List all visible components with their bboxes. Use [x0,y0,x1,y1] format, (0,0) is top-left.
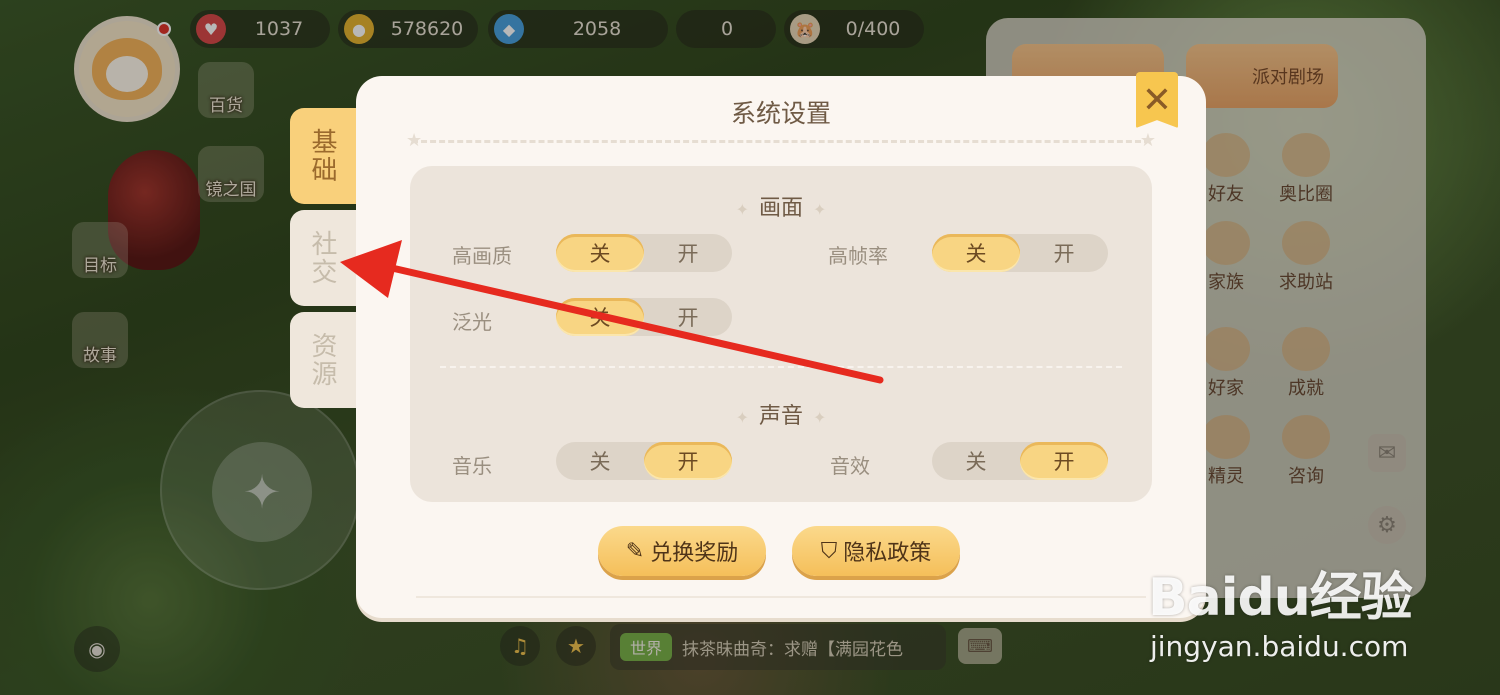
title-divider: ★ ★ [406,130,1156,151]
star-icon: ★ [1139,130,1156,151]
high-framerate-toggle[interactable]: 关 开 [932,234,1108,272]
privacy-policy-label: 隐私政策 [843,541,932,566]
high-quality-on[interactable]: 开 [644,234,732,272]
music-label: 音乐 [452,454,492,478]
tab-resources[interactable]: 资源 [290,312,366,408]
redeem-reward-button[interactable]: ✎ 兑换奖励 [598,526,766,576]
music-off[interactable]: 关 [556,442,644,480]
tab-resources-label: 资源 [307,332,337,388]
privacy-policy-button[interactable]: ⛉ 隐私政策 [792,526,960,576]
tab-basic[interactable]: 基础 [290,108,366,204]
settings-panel: ✦ 画面 ✦ 高画质 关 开 高帧率 关 开 泛光 关 开 ✦ 声音 ✦ 音乐 关 开 … [410,166,1152,502]
sound-section-title: ✦ 声音 ✦ [410,398,1152,430]
high-framerate-off[interactable]: 关 [932,234,1020,272]
bloom-label: 泛光 [452,310,492,334]
dialog-bottom-line [416,596,1146,598]
sparkle-icon: ✦ [735,408,749,427]
watermark-url: jingyan.baidu.com [1150,630,1409,663]
high-quality-label: 高画质 [452,244,512,268]
high-framerate-on[interactable]: 开 [1020,234,1108,272]
sfx-off[interactable]: 关 [932,442,1020,480]
music-toggle[interactable]: 关 开 [556,442,732,480]
bloom-on[interactable]: 开 [644,298,732,336]
tab-social[interactable]: 社交 [290,210,366,306]
graphics-section-title: ✦ 画面 ✦ [410,190,1152,222]
tab-social-label: 社交 [307,230,337,286]
settings-dialog: 系统设置 ★ ★ ✕ ✦ 画面 ✦ 高画质 关 开 高帧率 关 开 泛光 关 开 ✦… [356,72,1206,618]
redeem-reward-label: 兑换奖励 [650,541,739,566]
sound-title-text: 声音 [758,404,803,429]
pencil-icon: ✎ [625,538,645,564]
sparkle-icon: ✦ [813,200,827,219]
shield-icon: ⛉ [820,538,838,564]
bloom-toggle[interactable]: 关 开 [556,298,732,336]
sfx-toggle[interactable]: 关 开 [932,442,1108,480]
close-icon[interactable]: ✕ [1136,72,1178,128]
music-on[interactable]: 开 [644,442,732,480]
section-divider [440,366,1122,368]
baidu-jingyan-logo: Baidu经验 [1148,568,1413,628]
sparkle-icon: ✦ [735,200,749,219]
sfx-on[interactable]: 开 [1020,442,1108,480]
tab-basic-label: 基础 [307,128,337,184]
sfx-label: 音效 [830,454,870,478]
graphics-title-text: 画面 [758,196,803,221]
dialog-title: 系统设置 [730,99,831,128]
sparkle-icon: ✦ [813,408,827,427]
bloom-off[interactable]: 关 [556,298,644,336]
high-framerate-label: 高帧率 [828,244,888,268]
high-quality-off[interactable]: 关 [556,234,644,272]
high-quality-toggle[interactable]: 关 开 [556,234,732,272]
star-icon: ★ [406,130,423,151]
